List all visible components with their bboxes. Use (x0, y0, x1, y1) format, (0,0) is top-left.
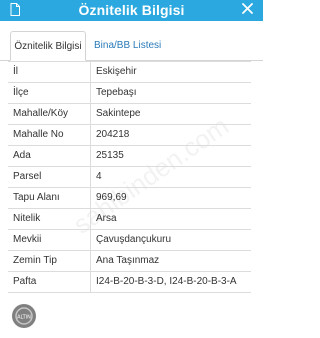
attribute-table: İl Eskişehir İlçe Tepebaşı Mahalle/Köy S… (8, 61, 251, 293)
dialog-titlebar: Öznitelik Bilgisi (0, 0, 263, 21)
row-label: Zemin Tip (13, 255, 57, 266)
column-divider (90, 167, 91, 187)
row-label: Mevkii (13, 234, 42, 245)
column-divider (90, 209, 91, 229)
table-row: Nitelik Arsa (8, 209, 251, 230)
column-divider (90, 188, 91, 208)
column-divider (90, 230, 91, 250)
table-row: Mahalle/Köy Sakintepe (8, 104, 251, 125)
tab-building-list[interactable]: Bina/BB Listesi (94, 31, 174, 61)
column-divider (90, 83, 91, 103)
row-value: Eskişehir (96, 66, 137, 77)
row-label: Tapu Alanı (13, 192, 60, 203)
column-divider (90, 251, 91, 271)
table-row: Zemin Tip Ana Taşınmaz (8, 251, 251, 272)
agency-logo: ALTIN (12, 304, 36, 328)
row-value: Sakintepe (96, 108, 141, 119)
column-divider (90, 125, 91, 145)
row-value: 4 (96, 171, 102, 182)
row-value: Çavuşdançukuru (96, 234, 172, 245)
column-divider (90, 146, 91, 166)
column-divider (90, 62, 91, 82)
row-label: İl (13, 66, 18, 77)
row-label: Pafta (13, 276, 37, 287)
row-label: Nitelik (13, 213, 41, 224)
row-value: Ana Taşınmaz (96, 255, 160, 266)
tab-attribute-info[interactable]: Öznitelik Bilgisi (10, 31, 86, 61)
table-row: Mevkii Çavuşdançukuru (8, 230, 251, 251)
row-label: Parsel (13, 171, 42, 182)
row-value: 969,69 (96, 192, 127, 203)
row-label: İlçe (13, 87, 29, 98)
table-row: Mahalle No 204218 (8, 125, 251, 146)
row-value: I24-B-20-B-3-D, I24-B-20-B-3-A (96, 276, 237, 287)
logo-text: ALTIN (17, 315, 31, 321)
row-value: Tepebaşı (96, 87, 137, 98)
dialog-title: Öznitelik Bilgisi (78, 2, 185, 18)
column-divider (90, 272, 91, 292)
table-row: İl Eskişehir (8, 61, 251, 83)
table-row: İlçe Tepebaşı (8, 83, 251, 104)
column-divider (90, 104, 91, 124)
row-value: 25135 (96, 150, 124, 161)
table-row: Tapu Alanı 969,69 (8, 188, 251, 209)
row-label: Mahalle No (13, 129, 64, 140)
table-row: Pafta I24-B-20-B-3-D, I24-B-20-B-3-A (8, 272, 251, 293)
row-value: Arsa (96, 213, 117, 224)
close-icon[interactable] (242, 3, 253, 14)
row-value: 204218 (96, 129, 130, 140)
table-row: Ada 25135 (8, 146, 251, 167)
row-label: Ada (13, 150, 31, 161)
attribute-info-dialog: Öznitelik Bilgisi Öznitelik Bilgisi Bina… (0, 0, 263, 338)
row-label: Mahalle/Köy (13, 108, 69, 119)
table-row: Parsel 4 (8, 167, 251, 188)
tab-bar: Öznitelik Bilgisi Bina/BB Listesi (0, 21, 263, 61)
